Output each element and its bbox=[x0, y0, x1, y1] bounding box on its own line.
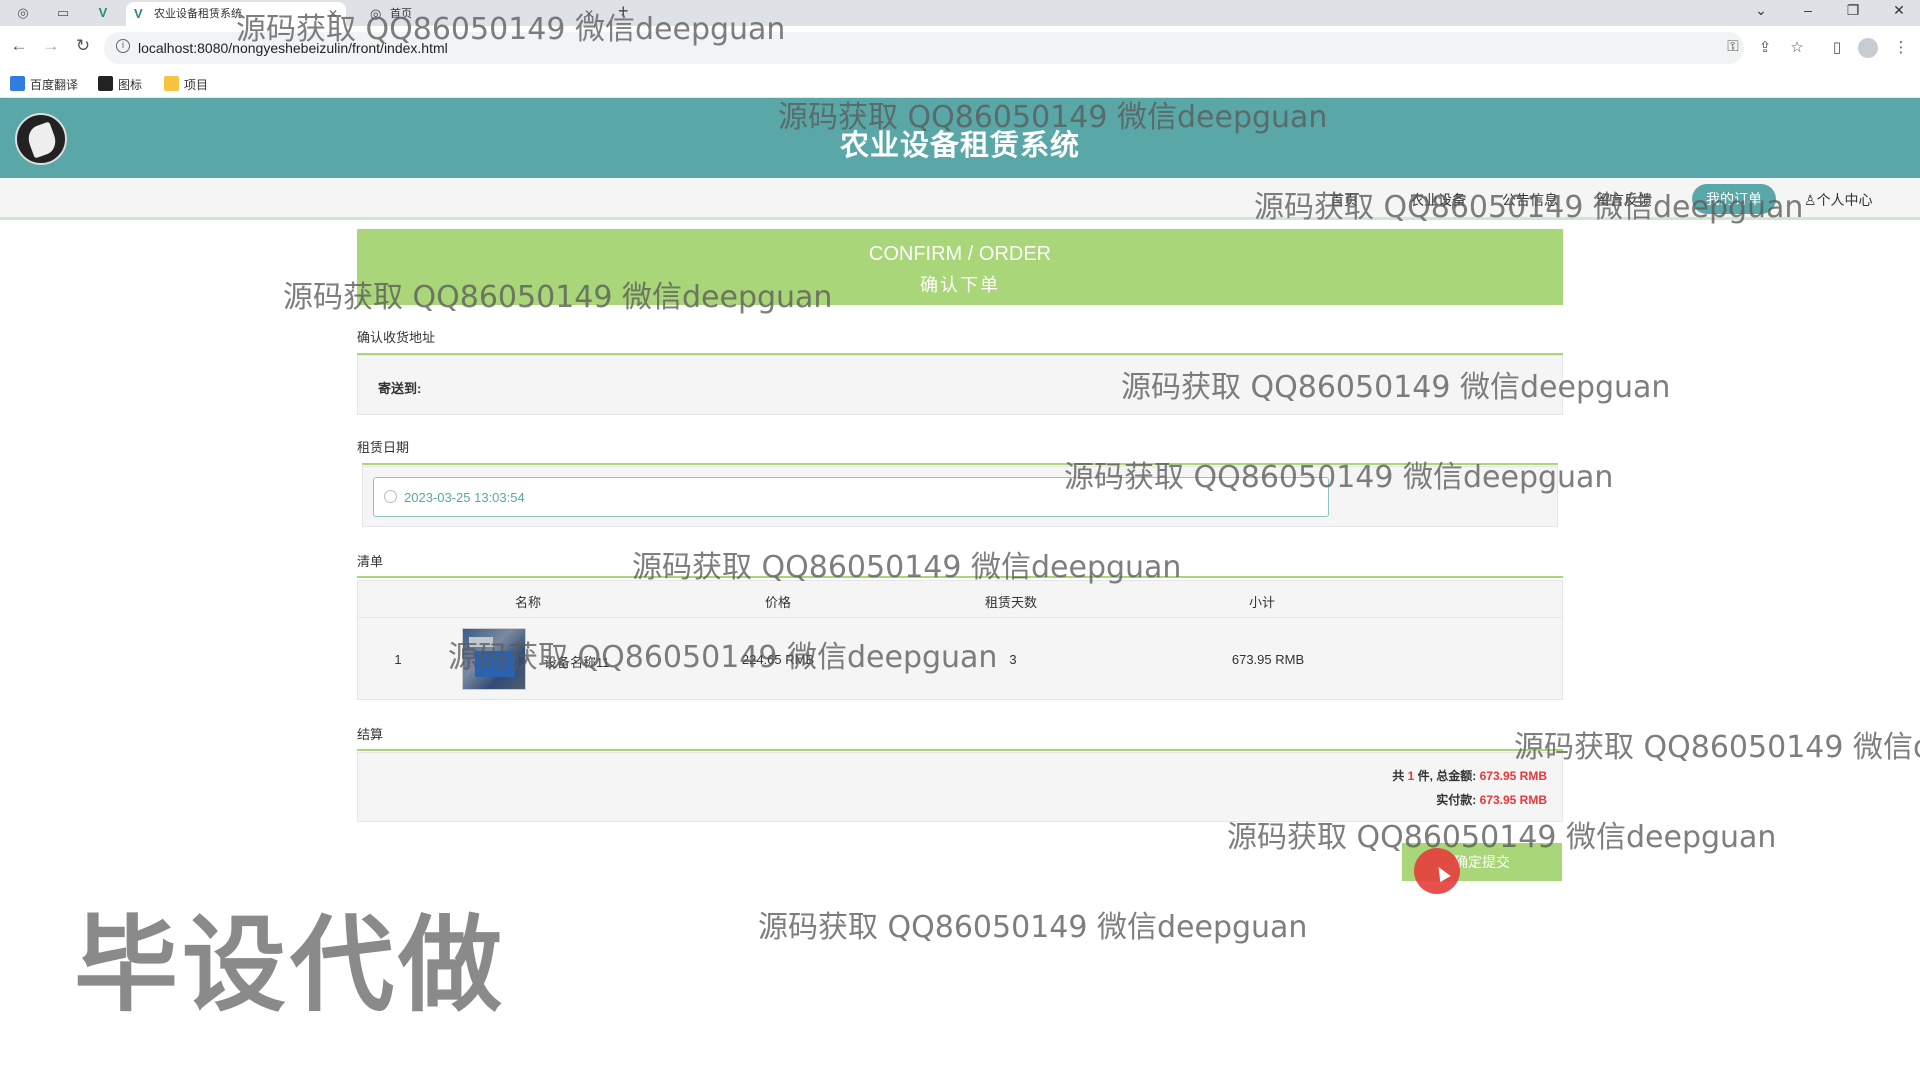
close-window-icon[interactable]: ✕ bbox=[1884, 2, 1914, 19]
item-subtotal: 673.95 RMB bbox=[1231, 652, 1305, 667]
watermark-text: 源码获取 QQ86050149 微信deepguan bbox=[283, 280, 833, 315]
vue-favicon-icon: V bbox=[134, 6, 143, 21]
tab-search-icon[interactable]: ⌄ bbox=[1746, 2, 1776, 19]
profile-icon[interactable] bbox=[1858, 38, 1878, 58]
clock-icon bbox=[384, 490, 397, 503]
user-icon: ♙ bbox=[1804, 192, 1817, 208]
image-icon bbox=[98, 76, 113, 91]
col-price: 价格 bbox=[764, 595, 791, 610]
star-icon[interactable]: ☆ bbox=[1786, 38, 1808, 56]
summary-line: 共 1 件, 总金额: 673.95 RMB bbox=[1392, 769, 1547, 783]
address-section-title: 确认收货地址 bbox=[357, 330, 436, 345]
row-index: 1 bbox=[394, 652, 402, 667]
watermark-text: 源码获取 QQ86050149 微信d bbox=[1514, 730, 1920, 765]
total-amount: 673.95 RMB bbox=[1479, 769, 1547, 783]
item-days: 3 bbox=[1009, 652, 1017, 667]
watermark-text: 源码获取 QQ86050149 微信deepguan bbox=[632, 550, 1182, 585]
banner-title-en: CONFIRM / ORDER bbox=[868, 243, 1052, 265]
globe-icon[interactable]: ◎ bbox=[12, 3, 34, 23]
watermark-text: 源码获取 QQ86050149 微信deepguan bbox=[1064, 460, 1614, 495]
folder-icon bbox=[164, 76, 179, 91]
watermark-big: 毕设代做 bbox=[74, 904, 507, 1026]
paid-line: 实付款: 673.95 RMB bbox=[1436, 793, 1547, 807]
blank-tab-icon[interactable]: ▭ bbox=[52, 3, 74, 23]
reload-icon[interactable]: ↻ bbox=[72, 36, 94, 56]
back-icon[interactable]: ← bbox=[8, 36, 30, 56]
translate-icon bbox=[10, 76, 25, 91]
share-icon[interactable]: ⇪ bbox=[1754, 38, 1776, 56]
bookmark-icons[interactable]: 图标 bbox=[98, 76, 142, 93]
watermark-text: 源码获取 QQ86050149 微信deepguan bbox=[778, 100, 1328, 135]
side-panel-icon[interactable]: ▯ bbox=[1826, 38, 1848, 56]
ship-to-label: 寄送到: bbox=[378, 381, 422, 396]
forward-icon[interactable]: → bbox=[40, 36, 62, 56]
menu-dots-icon[interactable]: ⋮ bbox=[1890, 38, 1912, 56]
nav-user-center[interactable]: ♙个人中心 bbox=[1804, 190, 1873, 210]
watermark-text: 源码获取 QQ86050149 微信deepguan bbox=[236, 12, 786, 47]
watermark-text: 源码获取 QQ86050149 微信deepguan bbox=[1227, 820, 1777, 855]
section-divider bbox=[357, 749, 1563, 751]
key-icon[interactable]: ⚿ bbox=[1722, 38, 1744, 55]
item-count: 1 bbox=[1407, 769, 1415, 783]
col-name: 名称 bbox=[514, 595, 541, 610]
paid-amount: 673.95 RMB bbox=[1479, 793, 1547, 807]
rental-date-value: 2023-03-25 13:03:54 bbox=[404, 490, 525, 505]
watermark-text: 源码获取 QQ86050149 微信deepguan bbox=[758, 910, 1308, 945]
date-section-title: 租赁日期 bbox=[357, 440, 410, 455]
site-info-icon[interactable]: i bbox=[116, 39, 130, 53]
col-subtotal: 小计 bbox=[1248, 595, 1275, 610]
minimize-icon[interactable]: – bbox=[1793, 2, 1823, 18]
watermark-text: 源码获取 QQ86050149 微信deepguan bbox=[1121, 370, 1671, 405]
settle-section-title: 结算 bbox=[357, 727, 384, 742]
watermark-text: 源码获取 QQ86050149 微信deepguan bbox=[448, 640, 998, 675]
watermark-text: 源码获取 QQ86050149 微信deepguan bbox=[1254, 190, 1804, 225]
vue-tab-icon[interactable]: V bbox=[92, 3, 114, 23]
restore-icon[interactable]: ❐ bbox=[1838, 2, 1868, 19]
tab-label: 农业设备租赁系统 bbox=[154, 8, 242, 20]
list-section-title: 清单 bbox=[357, 554, 384, 569]
bookmark-project[interactable]: 项目 bbox=[164, 76, 208, 93]
col-days: 租赁天数 bbox=[984, 595, 1037, 610]
bookmark-baidu-translate[interactable]: 百度翻译 bbox=[10, 76, 78, 93]
